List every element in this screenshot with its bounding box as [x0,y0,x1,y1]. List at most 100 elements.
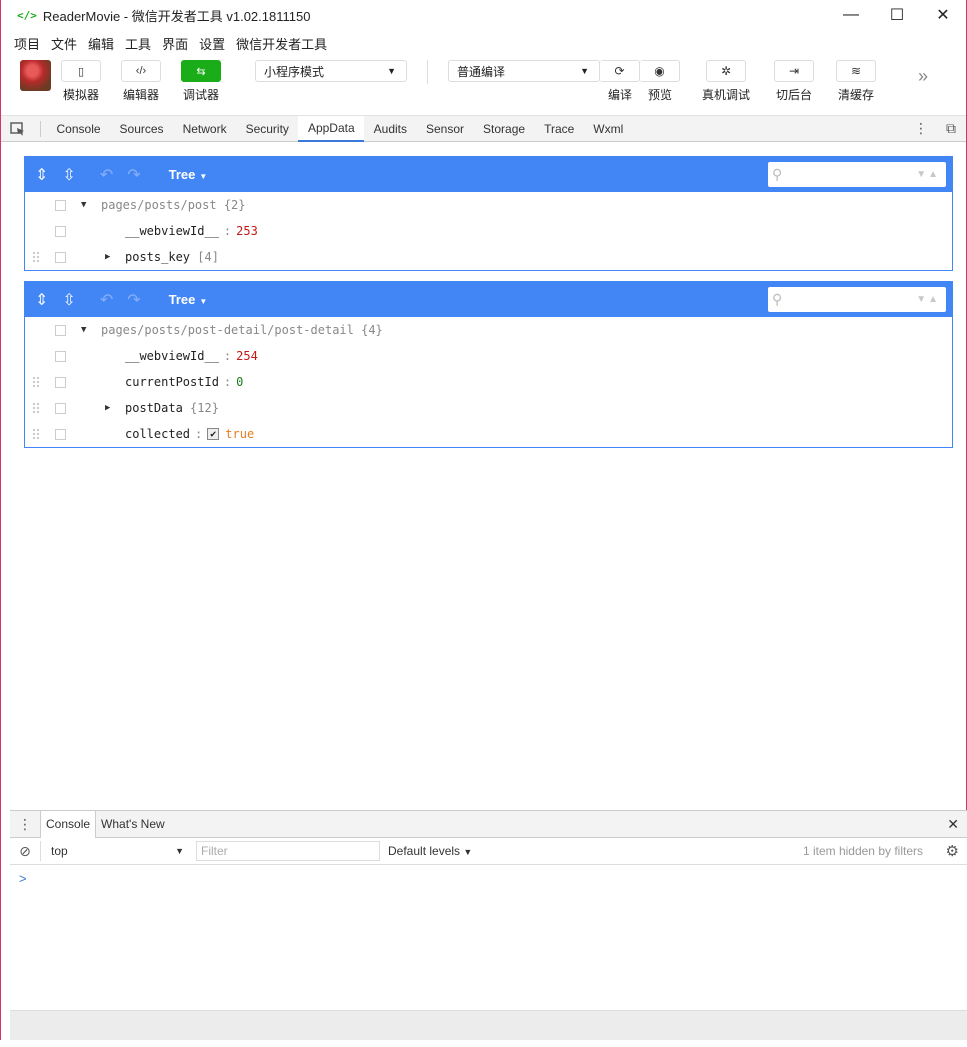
tree-root-row[interactable]: ▼ pages/posts/post-detail/post-detail {4… [25,317,952,343]
menu-settings[interactable]: 设置 [199,34,225,53]
collapsed-triangle-icon[interactable]: ▶ [105,403,110,413]
expand-all-icon[interactable]: ⇕ [35,290,48,310]
minimize-button[interactable]: — [828,0,874,30]
row-checkbox[interactable] [55,402,66,414]
drawer-tab-console[interactable]: Console [40,810,97,838]
tab-security[interactable]: Security [236,116,298,142]
view-mode-dropdown[interactable]: Tree ▼ [169,292,208,307]
remote-debug-button[interactable]: ✲ 真机调试 [702,60,750,103]
tab-sources[interactable]: Sources [110,116,173,142]
search-nav-icon[interactable]: ▼▲ [916,169,940,180]
tree-row[interactable]: __webviewId__:254 [25,343,952,369]
collapsed-triangle-icon[interactable]: ▶ [105,252,110,262]
collapse-all-icon[interactable]: ⇳ [62,290,75,310]
status-bar [10,1010,967,1040]
tab-appdata[interactable]: AppData [298,115,365,142]
row-checkbox[interactable] [55,324,66,336]
tree-row[interactable]: ▶ postData {12} [25,395,952,421]
clear-cache-label: 清缓存 [838,88,875,102]
panel-search-input[interactable]: ⚲ ▼▲ [768,287,946,312]
tab-storage[interactable]: Storage [474,116,535,142]
tab-trace[interactable]: Trace [535,116,584,142]
search-nav-icon[interactable]: ▼▲ [916,294,940,305]
tree-root-row[interactable]: ▼ pages/posts/post {2} [25,192,952,218]
background-button[interactable]: ⇥ 切后台 [774,60,815,103]
search-icon: ⚲ [772,291,783,307]
menu-edit[interactable]: 编辑 [88,34,114,53]
menu-project[interactable]: 项目 [14,34,40,53]
menu-file[interactable]: 文件 [51,34,77,53]
drag-handle-icon[interactable] [32,428,40,440]
filter-placeholder: Filter [201,844,228,858]
collapse-all-icon[interactable]: ⇳ [62,165,75,185]
compile-button[interactable]: ⟳ 编译 [600,60,640,103]
row-checkbox[interactable] [55,428,66,440]
context-select[interactable]: top ▼ [40,841,188,861]
chevron-down-icon: ▼ [580,66,589,76]
close-button[interactable]: ✕ [920,0,966,30]
menu-tools[interactable]: 工具 [125,34,151,53]
menu-wechat-devtools[interactable]: 微信开发者工具 [236,34,327,53]
mode-select-value: 小程序模式 [264,64,325,79]
filter-input[interactable]: Filter [196,841,380,861]
drag-handle-icon[interactable] [32,376,40,388]
bug-icon: ✲ [706,60,746,82]
drawer-tab-whats-new[interactable]: What's New [96,811,170,838]
console-prompt[interactable]: > [10,865,967,892]
simulator-button[interactable]: ▯ 模拟器 [61,60,101,103]
tab-sensor[interactable]: Sensor [417,116,474,142]
drag-handle-icon[interactable] [32,402,40,414]
close-icon[interactable]: ✕ [947,816,959,833]
drag-handle-icon[interactable] [32,251,40,263]
inspect-element-icon[interactable] [10,121,26,136]
tab-network[interactable]: Network [173,116,236,142]
editor-label: 编辑器 [122,88,159,102]
undock-icon[interactable]: ⧉ [946,120,956,137]
tree-value[interactable]: 0 [236,375,243,389]
root-count: {4} [361,323,383,337]
menu-interface[interactable]: 界面 [162,34,188,53]
tree-value: {12} [190,401,219,415]
row-checkbox[interactable] [55,350,66,362]
expanded-triangle-icon[interactable]: ▼ [81,200,86,210]
search-icon: ⚲ [772,166,783,182]
more-icon[interactable]: » [918,66,928,87]
clear-console-icon[interactable]: ⊘ [10,843,40,860]
row-checkbox[interactable] [55,199,66,211]
expanded-triangle-icon[interactable]: ▼ [81,325,86,335]
avatar[interactable] [20,60,51,91]
log-levels-dropdown[interactable]: Default levels ▼ [388,844,472,858]
undo-icon[interactable]: ↶ [100,290,113,310]
tree-row[interactable]: collected: ✔ true [25,421,952,447]
redo-icon[interactable]: ↷ [127,165,140,185]
tree-value[interactable]: 253 [236,224,258,238]
tree-row[interactable]: ▶ posts_key [4] [25,244,952,270]
tab-wxml[interactable]: Wxml [584,116,633,142]
boolean-checkbox[interactable]: ✔ [207,428,220,440]
kebab-menu-icon[interactable]: ⋮ [10,816,40,833]
expand-all-icon[interactable]: ⇕ [35,165,48,185]
compile-select[interactable]: 普通编译 ▼ [448,60,600,82]
debugger-button[interactable]: ⇆ 调试器 [181,60,221,103]
mode-select[interactable]: 小程序模式 ▼ [255,60,407,82]
maximize-button[interactable]: ☐ [874,0,920,30]
panel-header: ⇕ ⇳ ↶ ↷ Tree ▼ ⚲ ▼▲ [25,282,952,317]
row-checkbox[interactable] [55,376,66,388]
tab-console[interactable]: Console [47,116,110,142]
tab-audits[interactable]: Audits [364,116,416,142]
kebab-menu-icon[interactable]: ⋮ [914,120,928,137]
undo-icon[interactable]: ↶ [100,165,113,185]
gear-icon[interactable]: ⚙ [946,842,959,860]
preview-button[interactable]: ◉ 预览 [640,60,680,103]
row-checkbox[interactable] [55,251,66,263]
tree-value[interactable]: 254 [236,349,258,363]
tree-row[interactable]: currentPostId:0 [25,369,952,395]
tree-row[interactable]: __webviewId__:253 [25,218,952,244]
redo-icon[interactable]: ↷ [127,290,140,310]
row-checkbox[interactable] [55,225,66,237]
view-mode-dropdown[interactable]: Tree ▼ [169,167,208,182]
panel-search-input[interactable]: ⚲ ▼▲ [768,162,946,187]
clear-cache-button[interactable]: ≋ 清缓存 [836,60,877,103]
devtools-tab-bar: Console Sources Network Security AppData… [1,115,966,142]
editor-button[interactable]: ‹/› 编辑器 [121,60,161,103]
